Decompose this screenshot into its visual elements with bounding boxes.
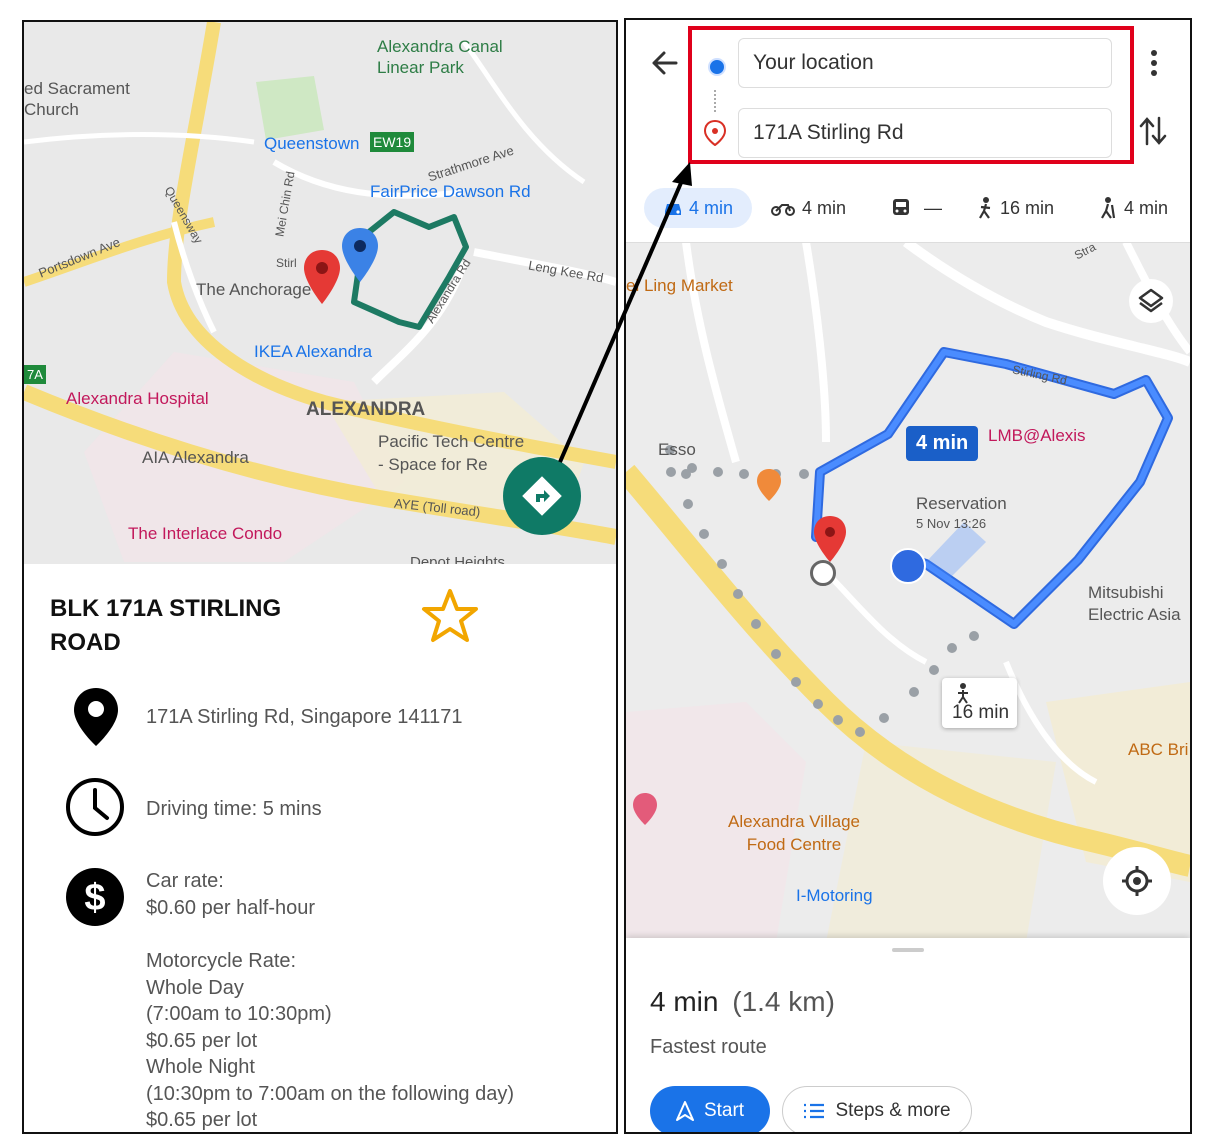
fairprice-label: FairPrice Dawson Rd	[370, 182, 531, 201]
mode-hiking-tab[interactable]: 4 min	[1098, 188, 1168, 228]
car-icon	[664, 204, 681, 215]
mode-motorcycle-label: 4 min	[802, 197, 847, 218]
steps-more-label: Steps & more	[835, 1100, 951, 1121]
hospital-marker-icon	[633, 793, 657, 825]
park-label: Alexandra Canal Linear Park	[377, 37, 503, 77]
mode-transit-label: —	[924, 197, 942, 218]
start-button[interactable]: Start	[650, 1086, 770, 1132]
reservation-label: Reservation	[916, 494, 1007, 513]
highlight-box	[688, 26, 1134, 164]
imotoring-label: I-Motoring	[796, 886, 873, 905]
stirling-label: Stirl	[276, 256, 297, 270]
place-title: BLK 171A STIRLING ROAD	[50, 595, 282, 656]
transit-icon	[893, 199, 909, 215]
sheet-handle[interactable]	[892, 948, 924, 952]
clock-icon	[66, 778, 124, 836]
more-options-icon[interactable]	[1148, 48, 1160, 78]
esso-label: Esso	[658, 440, 696, 459]
mode-motorcycle-tab[interactable]: 4 min	[770, 188, 846, 228]
route-map-view[interactable]: ei Ling Market Stra Stirling Rd Esso LMB…	[626, 242, 1190, 942]
end-point-marker	[810, 560, 836, 586]
walk-icon	[979, 197, 991, 219]
destination-marker-icon[interactable]	[302, 248, 342, 306]
station-badge: 7A	[24, 365, 46, 384]
route-bottom-sheet: 4 min (1.4 km) Fastest route Start Steps…	[626, 938, 1190, 1132]
layers-icon[interactable]	[1128, 278, 1174, 324]
address-text: 171A Stirling Rd, Singapore 141171	[146, 706, 463, 728]
church-label: ed Sacrament Church	[24, 79, 130, 119]
car-rate-text: Car rate: $0.60 per half-hour	[146, 870, 316, 919]
mode-transit-tab[interactable]: —	[890, 188, 942, 228]
route-duration: 4 min	[650, 986, 719, 1017]
mode-hiking-label: 4 min	[1124, 197, 1169, 218]
mode-drive-label: 4 min	[688, 197, 733, 218]
district-label: ALEXANDRA	[306, 399, 426, 420]
directions-screen: ei Ling Market Stra Stirling Rd Esso LMB…	[624, 18, 1192, 1134]
walk-small-icon	[958, 683, 968, 704]
parking-info-screen: Alexandra Canal Linear Park ed Sacrament…	[22, 20, 618, 1134]
my-location-icon[interactable]	[1102, 846, 1172, 916]
depot-label: Depot Heights	[410, 554, 506, 564]
steps-more-button[interactable]: Steps & more	[782, 1086, 972, 1132]
star-icon[interactable]	[419, 586, 481, 648]
cafe-marker-icon	[757, 469, 781, 501]
mei-ling-label: ei Ling Market	[626, 276, 733, 295]
hospital-label: Alexandra Hospital	[66, 389, 209, 408]
parking-marker-icon[interactable]	[340, 226, 380, 284]
svg-text:$: $	[84, 877, 105, 919]
place-info-card: BLK 171A STIRLING ROAD 171A Stirling Rd,…	[24, 564, 616, 1132]
start-button-label: Start	[703, 1100, 745, 1121]
route-summary: 4 min (1.4 km)	[650, 986, 835, 1018]
back-arrow-icon[interactable]	[650, 48, 680, 78]
directions-icon[interactable]	[502, 456, 582, 536]
mitsubishi-label: Mitsubishi Electric Asia	[1088, 583, 1181, 624]
ikea-label: IKEA Alexandra	[254, 342, 373, 361]
reservation-time-label: 5 Nov 13:26	[916, 516, 987, 531]
drive-time-bubble[interactable]: 4 min	[906, 426, 979, 461]
anchorage-label: The Anchorage	[196, 280, 312, 299]
directions-header: Your location 171A Stirling Rd 4 min 4 m…	[626, 20, 1190, 243]
route-description: Fastest route	[650, 1036, 767, 1058]
swap-icon[interactable]	[1138, 114, 1168, 148]
hiking-icon	[1101, 197, 1116, 219]
mode-walk-tab[interactable]: 16 min	[976, 188, 1054, 228]
map-view[interactable]: Alexandra Canal Linear Park ed Sacrament…	[24, 22, 616, 564]
navigation-arrow-icon	[675, 1101, 694, 1121]
mode-drive-tab[interactable]: 4 min	[644, 188, 752, 228]
interlace-label: The Interlace Condo	[128, 524, 283, 543]
motorcycle-icon	[771, 204, 795, 216]
driving-time-text: Driving time: 5 mins	[146, 798, 322, 820]
list-icon	[804, 1103, 825, 1119]
abc-label: ABC Bri	[1128, 740, 1189, 759]
motorcycle-rate-text: Motorcycle Rate: Whole Day (7:00am to 10…	[146, 950, 514, 1131]
mrt-label: Queenstown	[264, 134, 360, 153]
food-centre-label: Alexandra Village Food Centre	[728, 812, 860, 854]
mode-walk-label: 16 min	[1000, 197, 1055, 218]
aia-label: AIA Alexandra	[142, 448, 249, 467]
car-position-icon	[890, 548, 926, 584]
route-distance: (1.4 km)	[732, 986, 835, 1017]
location-pin-icon	[74, 688, 118, 746]
lmb-label: LMB@Alexis	[988, 426, 1086, 445]
dollar-icon: $	[66, 868, 124, 926]
mrt-code-badge: EW19	[370, 132, 415, 152]
destination-marker-icon[interactable]	[812, 514, 848, 566]
walk-time-text: 16 min	[952, 702, 1010, 723]
